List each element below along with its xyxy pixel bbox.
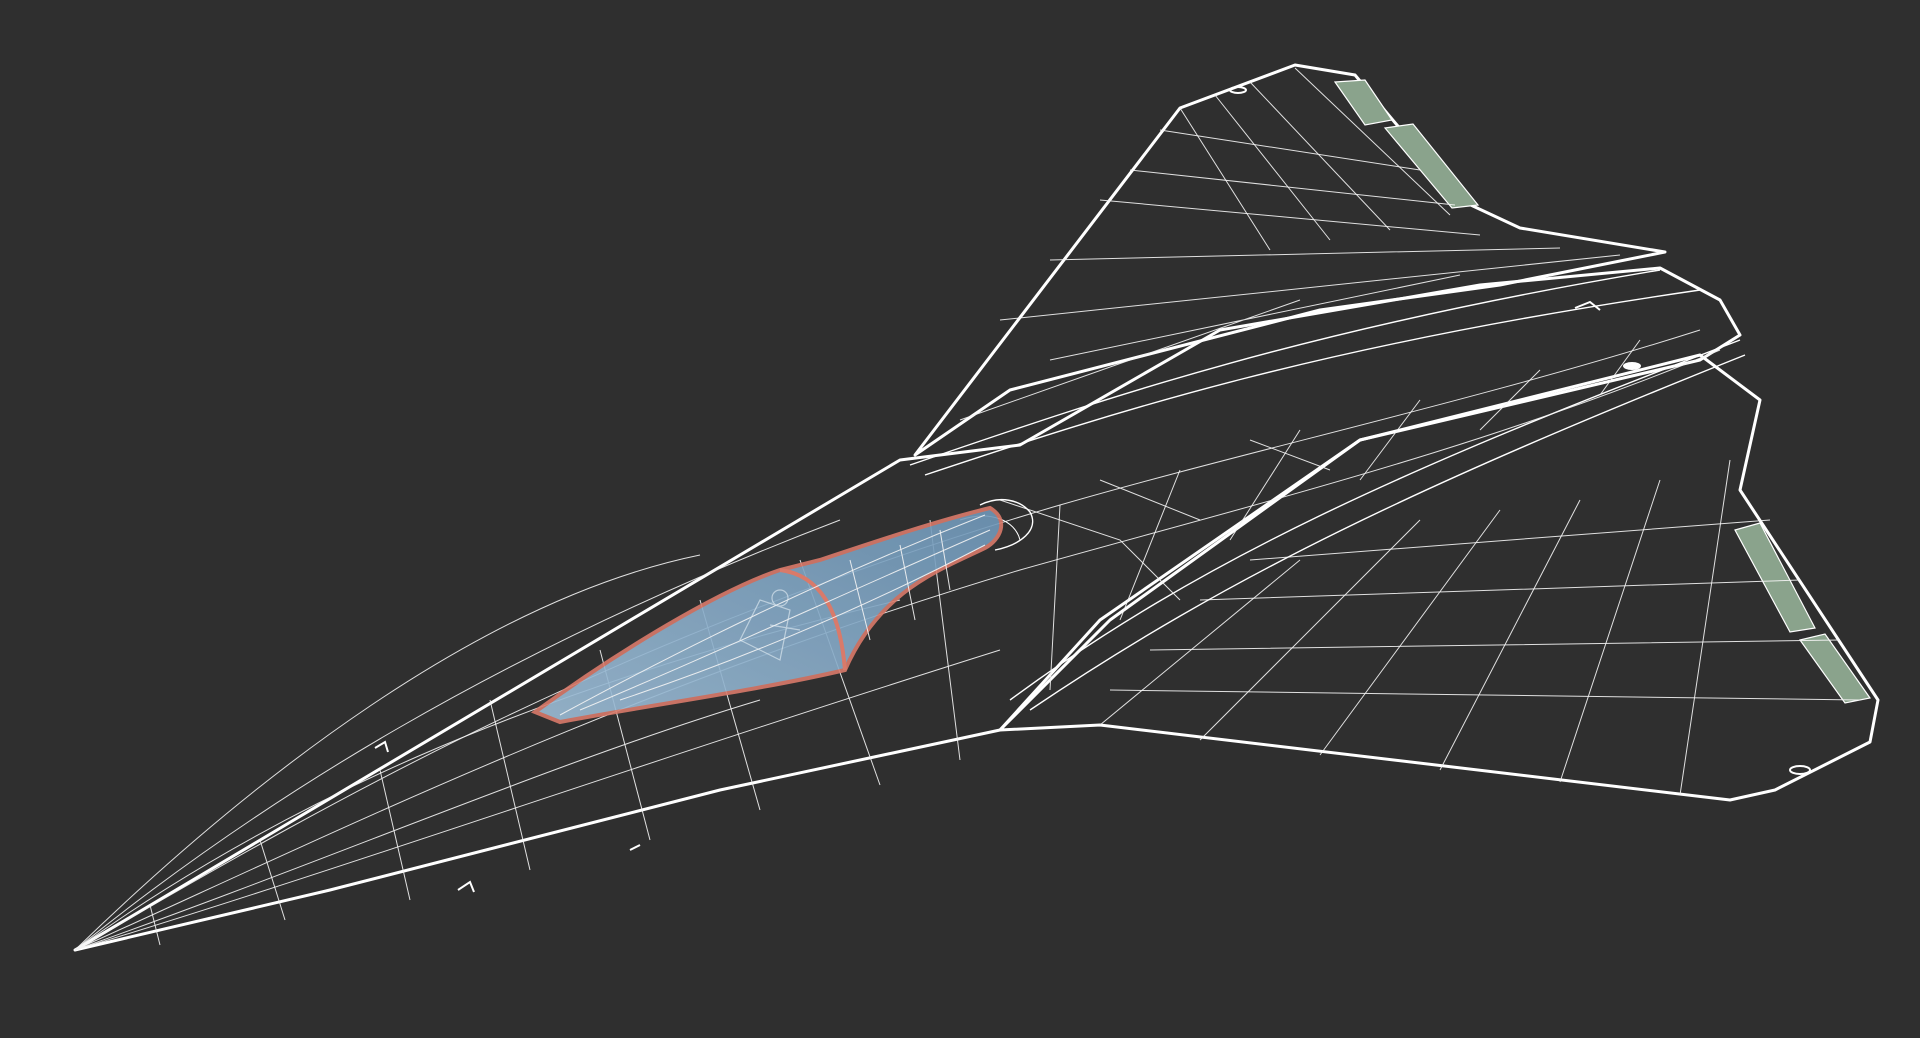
lower-wing-flap-inner <box>1734 522 1816 633</box>
upper-wing <box>913 63 1667 457</box>
aircraft-wireframe-render <box>73 63 1880 952</box>
upper-wing-flap-outer <box>1333 79 1394 126</box>
fuselage <box>73 266 1746 952</box>
render-viewport <box>0 0 1920 1038</box>
surface-details <box>374 86 1811 893</box>
lower-wing-flap-outer <box>1798 633 1872 704</box>
cockpit-canopy <box>530 505 1004 725</box>
